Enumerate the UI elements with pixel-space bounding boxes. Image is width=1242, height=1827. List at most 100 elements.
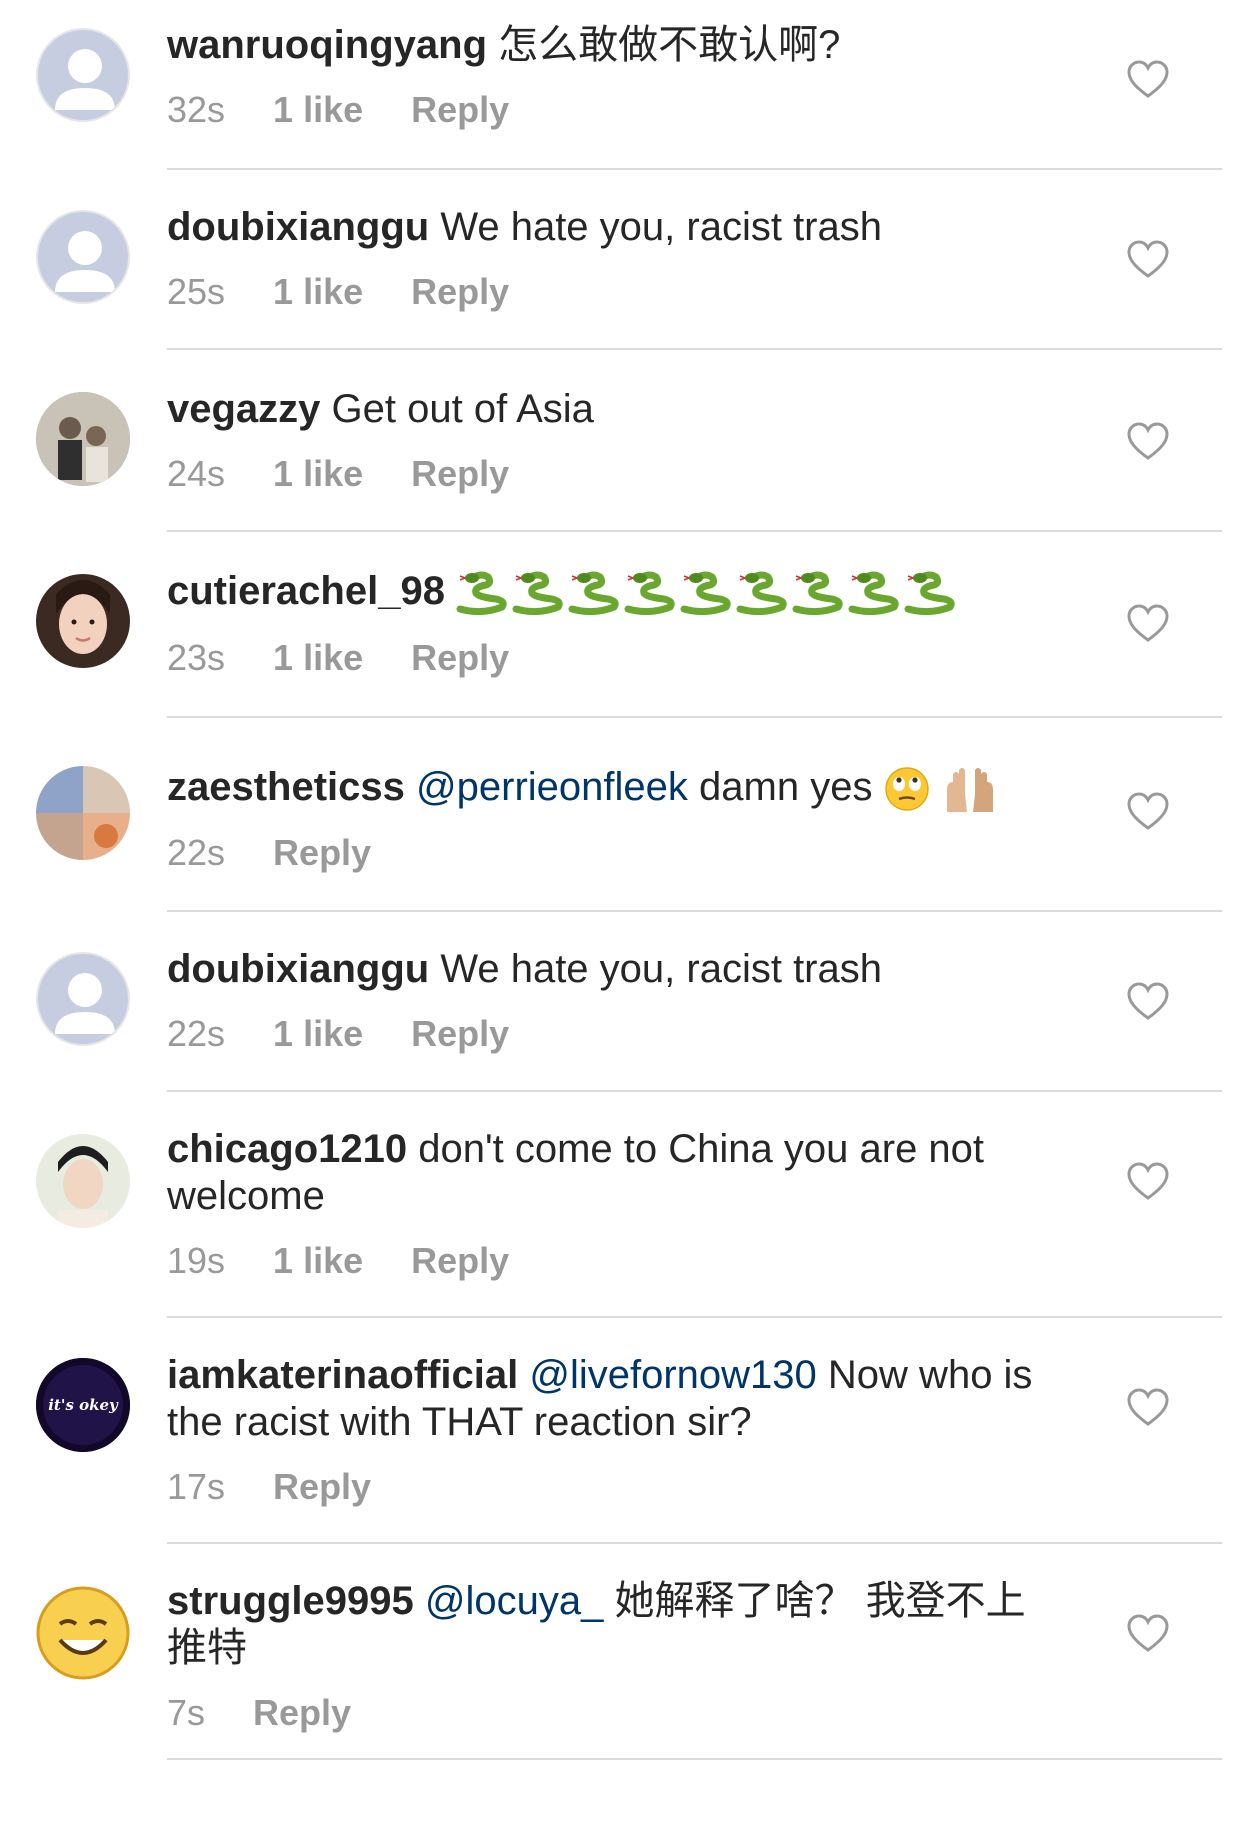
divider — [167, 910, 1222, 912]
comment-text: vegazzy Get out of Asia — [167, 386, 1047, 433]
username-link[interactable]: doubixianggu — [167, 947, 429, 991]
photo-avatar-icon — [36, 1134, 130, 1228]
avatar[interactable] — [36, 766, 130, 860]
username-link[interactable]: doubixianggu — [167, 205, 429, 249]
comment-body: 怎么敢做不敢认啊? — [498, 23, 841, 67]
mention-link[interactable]: @livefornow130 — [529, 1353, 816, 1397]
default-avatar-icon — [55, 973, 115, 1034]
username-link[interactable]: iamkaterinaofficial — [167, 1353, 518, 1397]
divider — [167, 1542, 1222, 1544]
comment-time: 19s — [167, 1240, 226, 1281]
username-link[interactable]: cutierachel_98 — [167, 569, 445, 613]
snake-emoji-icon — [680, 571, 731, 616]
snake-emoji-icon — [512, 571, 563, 616]
snake-emoji-icon — [568, 571, 619, 616]
divider — [167, 1090, 1222, 1092]
reply-button[interactable]: Reply — [411, 271, 509, 313]
comment-body: We hate you, racist trash — [440, 205, 882, 249]
avatar[interactable] — [36, 210, 130, 304]
reply-button[interactable]: Reply — [411, 453, 509, 495]
heart-icon[interactable] — [1126, 240, 1170, 280]
avatar[interactable] — [36, 28, 130, 122]
smiley-avatar-icon — [36, 1586, 130, 1680]
heart-icon[interactable] — [1126, 1162, 1170, 1202]
reply-button[interactable]: Reply — [273, 832, 371, 874]
reply-button[interactable]: Reply — [411, 1240, 509, 1282]
avatar-caption: it's okey — [48, 1396, 119, 1414]
snake-emoji-icon — [736, 571, 787, 616]
comment-text: doubixianggu We hate you, racist trash — [167, 946, 1047, 993]
divider — [167, 348, 1222, 350]
like-count[interactable]: 1 like — [273, 1013, 363, 1055]
like-count[interactable]: 1 like — [273, 89, 363, 131]
heart-icon[interactable] — [1126, 422, 1170, 462]
reply-button[interactable]: Reply — [411, 1013, 509, 1055]
mention-link[interactable]: @locuya_ — [425, 1579, 603, 1623]
like-count[interactable]: 1 like — [273, 271, 363, 313]
comment-text: zaestheticss @perrieonfleek damn yes — [167, 764, 1047, 814]
avatar[interactable] — [36, 952, 130, 1046]
default-avatar-icon — [55, 231, 115, 292]
comment-text: chicago1210 don't come to China you are … — [167, 1126, 1047, 1220]
snake-emoji-icon — [792, 571, 843, 616]
snake-emoji-icon — [848, 571, 899, 616]
comment-text: doubixianggu We hate you, racist trash — [167, 204, 1047, 251]
comment-text: wanruoqingyang 怎么敢做不敢认啊? — [167, 22, 1047, 69]
comment-time: 17s — [167, 1466, 226, 1507]
snake-emoji-icon — [904, 571, 955, 616]
avatar[interactable] — [36, 574, 130, 668]
like-count[interactable]: 1 like — [273, 453, 363, 495]
comment-list: wanruoqingyang 怎么敢做不敢认啊? 32s 1 like Repl… — [0, 0, 1242, 1827]
comment-time: 24s — [167, 453, 226, 494]
comment-body: We hate you, racist trash — [440, 947, 882, 991]
heart-icon[interactable] — [1126, 60, 1170, 100]
divider — [167, 1758, 1222, 1760]
username-link[interactable]: vegazzy — [167, 387, 320, 431]
heart-icon[interactable] — [1126, 792, 1170, 832]
default-avatar-icon — [55, 49, 115, 110]
like-count[interactable]: 1 like — [273, 1240, 363, 1282]
reply-button[interactable]: Reply — [253, 1692, 351, 1734]
snake-emoji-icon — [624, 571, 675, 616]
divider — [167, 716, 1222, 718]
comment-time: 23s — [167, 637, 226, 679]
snake-emoji-row — [456, 571, 956, 616]
comment-time: 32s — [167, 89, 226, 130]
raising-hands-emoji-icon — [946, 764, 993, 813]
heart-icon[interactable] — [1126, 1388, 1170, 1428]
comment-time: 7s — [167, 1692, 206, 1733]
divider — [167, 530, 1222, 532]
username-link[interactable]: zaestheticss — [167, 765, 405, 809]
comment-time: 22s — [167, 1013, 226, 1054]
its-okey-avatar-icon: it's okey — [36, 1358, 130, 1452]
snake-emoji-icon — [456, 571, 507, 616]
username-link[interactable]: chicago1210 — [167, 1127, 407, 1171]
comment-body: Get out of Asia — [331, 387, 594, 431]
avatar[interactable] — [36, 1586, 130, 1680]
photo-avatar-icon — [36, 392, 130, 486]
reply-button[interactable]: Reply — [273, 1466, 371, 1508]
like-count[interactable]: 1 like — [273, 637, 363, 679]
reply-button[interactable]: Reply — [411, 637, 509, 679]
heart-icon[interactable] — [1126, 604, 1170, 644]
heart-icon[interactable] — [1126, 1614, 1170, 1654]
username-link[interactable]: wanruoqingyang — [167, 23, 487, 67]
comment-time: 25s — [167, 271, 226, 312]
avatar[interactable]: it's okey — [36, 1358, 130, 1452]
comment-body: damn yes — [699, 765, 873, 809]
heart-icon[interactable] — [1126, 982, 1170, 1022]
mention-link[interactable]: @perrieonfleek — [416, 765, 688, 809]
comment-text: cutierachel_98 — [167, 568, 1047, 616]
eye-roll-emoji-icon — [884, 767, 929, 812]
photo-avatar-icon — [36, 766, 130, 860]
avatar[interactable] — [36, 1134, 130, 1228]
username-link[interactable]: struggle9995 — [167, 1579, 414, 1623]
photo-avatar-icon — [36, 574, 130, 668]
reply-button[interactable]: Reply — [411, 89, 509, 131]
comment-text: iamkaterinaofficial @livefornow130 Now w… — [167, 1352, 1047, 1446]
comment-time: 22s — [167, 832, 226, 874]
comment-text: struggle9995 @locuya_ 她解释了啥？ 我登不上推特 — [167, 1578, 1047, 1672]
divider — [167, 1316, 1222, 1318]
avatar[interactable] — [36, 392, 130, 486]
divider — [167, 168, 1222, 170]
